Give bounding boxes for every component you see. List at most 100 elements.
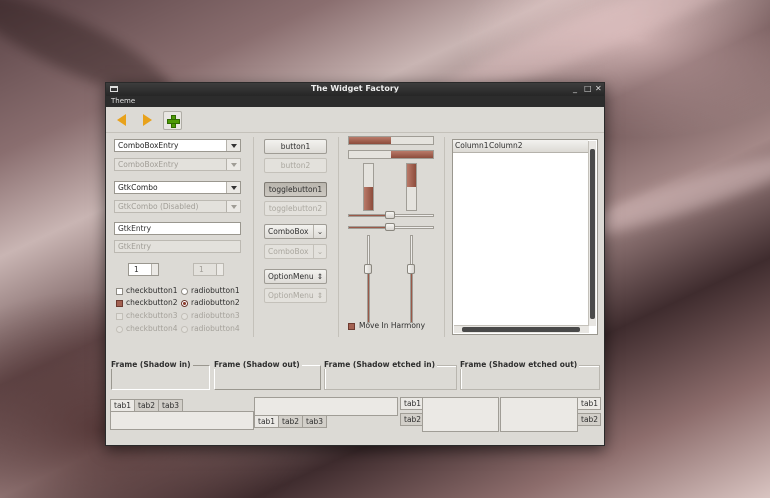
comboboxentry[interactable]: ComboBoxEntry bbox=[114, 139, 241, 152]
maximize-icon[interactable]: □ bbox=[584, 84, 592, 93]
scrollbar-thumb[interactable] bbox=[590, 149, 595, 319]
hscale-2-slider-handle[interactable] bbox=[385, 223, 395, 231]
go-forward-icon bbox=[143, 114, 152, 126]
frame-title: Frame (Shadow in) bbox=[111, 360, 193, 369]
checkbutton1[interactable] bbox=[116, 288, 123, 295]
frame-title: Frame (Shadow out) bbox=[214, 360, 302, 369]
progressbar-v1 bbox=[363, 163, 374, 211]
vscale-2[interactable] bbox=[410, 235, 413, 323]
notebook-top: tab1 tab2 tab3 bbox=[110, 397, 254, 431]
titlebar[interactable]: The Widget Factory _ □ ✕ bbox=[106, 83, 604, 96]
progress-fill bbox=[407, 164, 416, 187]
minimize-icon[interactable]: _ bbox=[573, 84, 577, 93]
column-header-2[interactable]: Column2 bbox=[489, 140, 523, 152]
progress-fill bbox=[349, 137, 391, 144]
chevron-down-icon bbox=[226, 201, 240, 212]
notebook-page bbox=[110, 411, 254, 430]
radiobutton3-label: radiobutton3 bbox=[191, 311, 240, 320]
gtkcombo-disabled: GtkCombo (Disabled) bbox=[114, 200, 241, 213]
spin-arrows-icon[interactable] bbox=[151, 264, 158, 275]
horizontal-scrollbar[interactable] bbox=[454, 325, 589, 333]
column-header-1[interactable]: Column1 bbox=[455, 140, 489, 152]
radiobutton1[interactable] bbox=[181, 288, 188, 295]
progress-fill bbox=[391, 151, 433, 158]
window-title: The Widget Factory bbox=[310, 84, 400, 93]
tab-2[interactable]: tab2 bbox=[400, 413, 423, 426]
tree-header: Column1 Column2 bbox=[453, 140, 588, 153]
combobox[interactable]: ComboBox ⌄ bbox=[264, 224, 327, 239]
radiobutton4-label: radiobutton4 bbox=[191, 324, 240, 333]
menubar: Theme bbox=[106, 96, 604, 107]
tab-2[interactable]: tab2 bbox=[577, 413, 601, 426]
go-back-icon bbox=[117, 114, 126, 126]
button1[interactable]: button1 bbox=[264, 139, 327, 154]
chevron-down-icon[interactable] bbox=[226, 182, 240, 193]
checkbutton4-label: checkbutton4 bbox=[126, 324, 178, 333]
updown-icon: ⇕ bbox=[316, 291, 323, 300]
spin-arrows-icon bbox=[216, 264, 223, 275]
radiobutton3 bbox=[181, 313, 188, 320]
checkbutton2-label: checkbutton2 bbox=[126, 298, 178, 307]
tab-1[interactable]: tab1 bbox=[577, 397, 601, 410]
chevron-down-icon bbox=[226, 159, 240, 170]
toolbar bbox=[106, 107, 604, 133]
tab-2[interactable]: tab2 bbox=[134, 399, 160, 412]
notebook-bottom: tab1 tab2 tab3 bbox=[254, 397, 400, 433]
frame-shadow-out: Frame (Shadow out) bbox=[214, 360, 321, 390]
optionmenu-disabled: OptionMenu ⇕ bbox=[264, 288, 327, 303]
tab-1[interactable]: tab1 bbox=[400, 397, 423, 410]
radiobutton4 bbox=[181, 326, 188, 333]
optionmenu[interactable]: OptionMenu ⇕ bbox=[264, 269, 327, 284]
forward-button[interactable] bbox=[137, 111, 156, 130]
widget-factory-window: The Widget Factory _ □ ✕ Theme ComboBoxE… bbox=[105, 82, 605, 446]
checkbutton1-label: checkbutton1 bbox=[126, 286, 178, 295]
vertical-scrollbar[interactable] bbox=[588, 141, 596, 326]
progressbar-v2 bbox=[406, 163, 417, 211]
updown-icon: ⇕ bbox=[316, 272, 323, 281]
notebook-left: tab1 tab2 bbox=[400, 397, 500, 433]
scrollbar-thumb[interactable] bbox=[462, 327, 580, 332]
column-separator bbox=[253, 137, 254, 337]
tree-view[interactable]: Column1 Column2 bbox=[452, 139, 598, 335]
vscale-1-slider-handle[interactable] bbox=[364, 264, 372, 275]
move-in-harmony-checkbox[interactable] bbox=[348, 323, 355, 330]
add-button[interactable] bbox=[163, 111, 182, 130]
tab-3[interactable]: tab3 bbox=[158, 399, 184, 412]
togglebutton2: togglebutton2 bbox=[264, 201, 327, 216]
tab-2[interactable]: tab2 bbox=[278, 415, 304, 428]
radiobutton2-label: radiobutton2 bbox=[191, 298, 240, 307]
comboboxentry-disabled: ComboBoxEntry bbox=[114, 158, 241, 171]
notebook-right: tab1 tab2 bbox=[500, 397, 602, 433]
checkbutton3-label: checkbutton3 bbox=[126, 311, 178, 320]
checkbutton2[interactable] bbox=[116, 300, 123, 307]
move-in-harmony-label: Move In Harmony bbox=[359, 321, 426, 330]
gtkcombo[interactable]: GtkCombo bbox=[114, 181, 241, 194]
togglebutton1[interactable]: togglebutton1 bbox=[264, 182, 327, 197]
menu-theme[interactable]: Theme bbox=[111, 97, 135, 105]
back-button[interactable] bbox=[114, 111, 133, 130]
frame-title: Frame (Shadow etched out) bbox=[460, 360, 580, 369]
checkbutton4 bbox=[116, 326, 123, 333]
column-separator bbox=[444, 137, 445, 337]
radiobutton1-label: radiobutton1 bbox=[191, 286, 240, 295]
hscale-1-slider-handle[interactable] bbox=[385, 211, 395, 219]
vscale-2-slider-handle[interactable] bbox=[407, 264, 415, 275]
gtkentry-disabled: GtkEntry bbox=[114, 240, 241, 253]
spinbutton[interactable]: 1 bbox=[128, 263, 159, 276]
spinbutton-disabled: 1 bbox=[193, 263, 224, 276]
tab-3[interactable]: tab3 bbox=[302, 415, 328, 428]
frame-title: Frame (Shadow etched in) bbox=[324, 360, 438, 369]
vscale-1[interactable] bbox=[367, 235, 370, 323]
notebook-page bbox=[422, 397, 499, 432]
frame-shadow-in: Frame (Shadow in) bbox=[111, 360, 210, 390]
radiobutton2[interactable] bbox=[181, 300, 188, 307]
combobox-disabled: ComboBox ⌄ bbox=[264, 244, 327, 259]
chevron-down-icon[interactable] bbox=[226, 140, 240, 151]
progress-fill bbox=[364, 187, 373, 210]
notebook-page bbox=[254, 397, 398, 416]
tab-1[interactable]: tab1 bbox=[110, 399, 136, 412]
tab-1[interactable]: tab1 bbox=[254, 415, 280, 428]
button2: button2 bbox=[264, 158, 327, 173]
close-icon[interactable]: ✕ bbox=[595, 84, 602, 93]
gtkentry[interactable]: GtkEntry bbox=[114, 222, 241, 235]
